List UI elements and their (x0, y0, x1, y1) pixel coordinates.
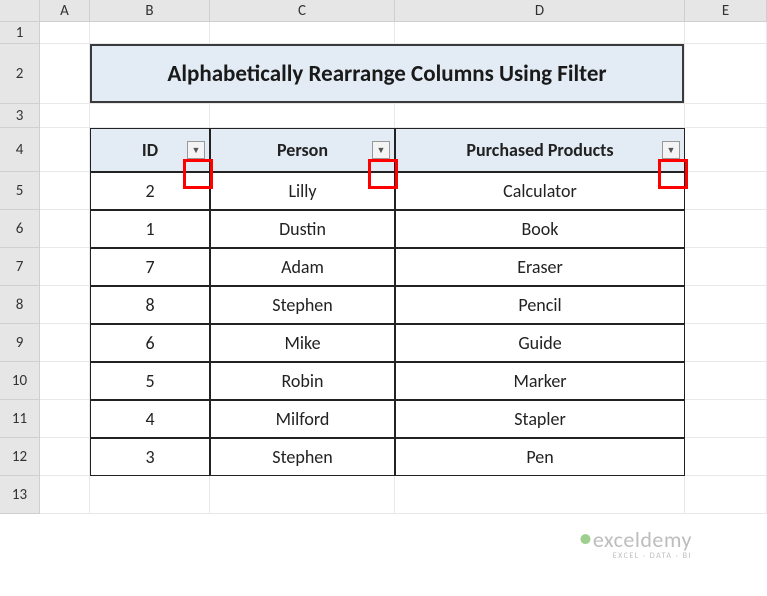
table-cell[interactable]: 7 (90, 248, 210, 286)
cell-D13[interactable] (395, 476, 685, 514)
row-header-1[interactable]: 1 (0, 22, 40, 44)
table-cell[interactable]: Lilly (210, 172, 395, 210)
cell-E2[interactable] (685, 44, 767, 104)
row-header-6[interactable]: 6 (0, 210, 40, 248)
spreadsheet-grid: A B C D E 1 2 Alphabetically Rearrange C… (0, 0, 767, 514)
cell-A5[interactable] (40, 172, 90, 210)
row-header-2[interactable]: 2 (0, 44, 40, 104)
row-header-7[interactable]: 7 (0, 248, 40, 286)
cell-A10[interactable] (40, 362, 90, 400)
cell-D1[interactable] (395, 22, 685, 44)
cell-E5[interactable] (685, 172, 767, 210)
row-header-10[interactable]: 10 (0, 362, 40, 400)
cell-E4[interactable] (685, 128, 767, 172)
cell-B13[interactable] (90, 476, 210, 514)
cell-E11[interactable] (685, 400, 767, 438)
table-cell[interactable]: 5 (90, 362, 210, 400)
title-merged-cell[interactable]: Alphabetically Rearrange Columns Using F… (90, 44, 685, 104)
cell-E10[interactable] (685, 362, 767, 400)
row-header-11[interactable]: 11 (0, 400, 40, 438)
filter-button-products[interactable]: ▼ (662, 141, 680, 159)
cell-E1[interactable] (685, 22, 767, 44)
cell-A12[interactable] (40, 438, 90, 476)
cell-A8[interactable] (40, 286, 90, 324)
cell-A9[interactable] (40, 324, 90, 362)
table-cell[interactable]: Robin (210, 362, 395, 400)
table-cell[interactable]: Stephen (210, 438, 395, 476)
row-header-5[interactable]: 5 (0, 172, 40, 210)
cell-A4[interactable] (40, 128, 90, 172)
watermark-logo: •exceldemy (578, 526, 692, 553)
cell-C3[interactable] (210, 104, 395, 128)
watermark: •exceldemy EXCEL · DATA · BI (578, 526, 692, 561)
title-text: Alphabetically Rearrange Columns Using F… (167, 60, 606, 88)
table-cell[interactable]: 1 (90, 210, 210, 248)
table-cell[interactable]: Adam (210, 248, 395, 286)
table-cell[interactable]: Eraser (395, 248, 685, 286)
table-cell[interactable]: Marker (395, 362, 685, 400)
chevron-down-icon: ▼ (192, 145, 201, 156)
table-header-id[interactable]: ID ▼ (90, 128, 210, 172)
cell-D3[interactable] (395, 104, 685, 128)
table-cell[interactable]: Book (395, 210, 685, 248)
table-cell[interactable]: Stapler (395, 400, 685, 438)
table-cell[interactable]: 2 (90, 172, 210, 210)
header-label: ID (142, 139, 158, 161)
cell-E12[interactable] (685, 438, 767, 476)
row-header-4[interactable]: 4 (0, 128, 40, 172)
cell-E13[interactable] (685, 476, 767, 514)
cell-A6[interactable] (40, 210, 90, 248)
table-cell[interactable]: 3 (90, 438, 210, 476)
header-label: Person (277, 139, 328, 161)
row-header-8[interactable]: 8 (0, 286, 40, 324)
cell-C13[interactable] (210, 476, 395, 514)
table-cell[interactable]: Milford (210, 400, 395, 438)
cell-A1[interactable] (40, 22, 90, 44)
cell-A13[interactable] (40, 476, 90, 514)
cell-E8[interactable] (685, 286, 767, 324)
table-header-person[interactable]: Person ▼ (210, 128, 395, 172)
row-header-13[interactable]: 13 (0, 476, 40, 514)
chevron-down-icon: ▼ (377, 145, 386, 156)
col-header-A[interactable]: A (40, 0, 90, 22)
table-cell[interactable]: 6 (90, 324, 210, 362)
row-header-12[interactable]: 12 (0, 438, 40, 476)
row-header-9[interactable]: 9 (0, 324, 40, 362)
row-header-3[interactable]: 3 (0, 104, 40, 128)
col-header-B[interactable]: B (90, 0, 210, 22)
cell-E3[interactable] (685, 104, 767, 128)
table-cell[interactable]: Dustin (210, 210, 395, 248)
cell-A11[interactable] (40, 400, 90, 438)
cell-A2[interactable] (40, 44, 90, 104)
filter-button-person[interactable]: ▼ (372, 141, 390, 159)
cell-E9[interactable] (685, 324, 767, 362)
table-cell[interactable]: Calculator (395, 172, 685, 210)
cell-A7[interactable] (40, 248, 90, 286)
table-cell[interactable]: Pencil (395, 286, 685, 324)
col-header-D[interactable]: D (395, 0, 685, 22)
cell-E7[interactable] (685, 248, 767, 286)
table-cell[interactable]: Pen (395, 438, 685, 476)
cell-B3[interactable] (90, 104, 210, 128)
select-all-corner[interactable] (0, 0, 40, 22)
table-cell[interactable]: Mike (210, 324, 395, 362)
table-cell[interactable]: 4 (90, 400, 210, 438)
cell-A3[interactable] (40, 104, 90, 128)
col-header-E[interactable]: E (685, 0, 767, 22)
table-header-products[interactable]: Purchased Products ▼ (395, 128, 685, 172)
table-cell[interactable]: 8 (90, 286, 210, 324)
cell-E6[interactable] (685, 210, 767, 248)
cell-C1[interactable] (210, 22, 395, 44)
table-cell[interactable]: Guide (395, 324, 685, 362)
header-label: Purchased Products (466, 139, 613, 161)
col-header-C[interactable]: C (210, 0, 395, 22)
filter-button-id[interactable]: ▼ (187, 141, 205, 159)
title-box: Alphabetically Rearrange Columns Using F… (90, 44, 684, 103)
table-cell[interactable]: Stephen (210, 286, 395, 324)
chevron-down-icon: ▼ (667, 145, 676, 156)
cell-B1[interactable] (90, 22, 210, 44)
